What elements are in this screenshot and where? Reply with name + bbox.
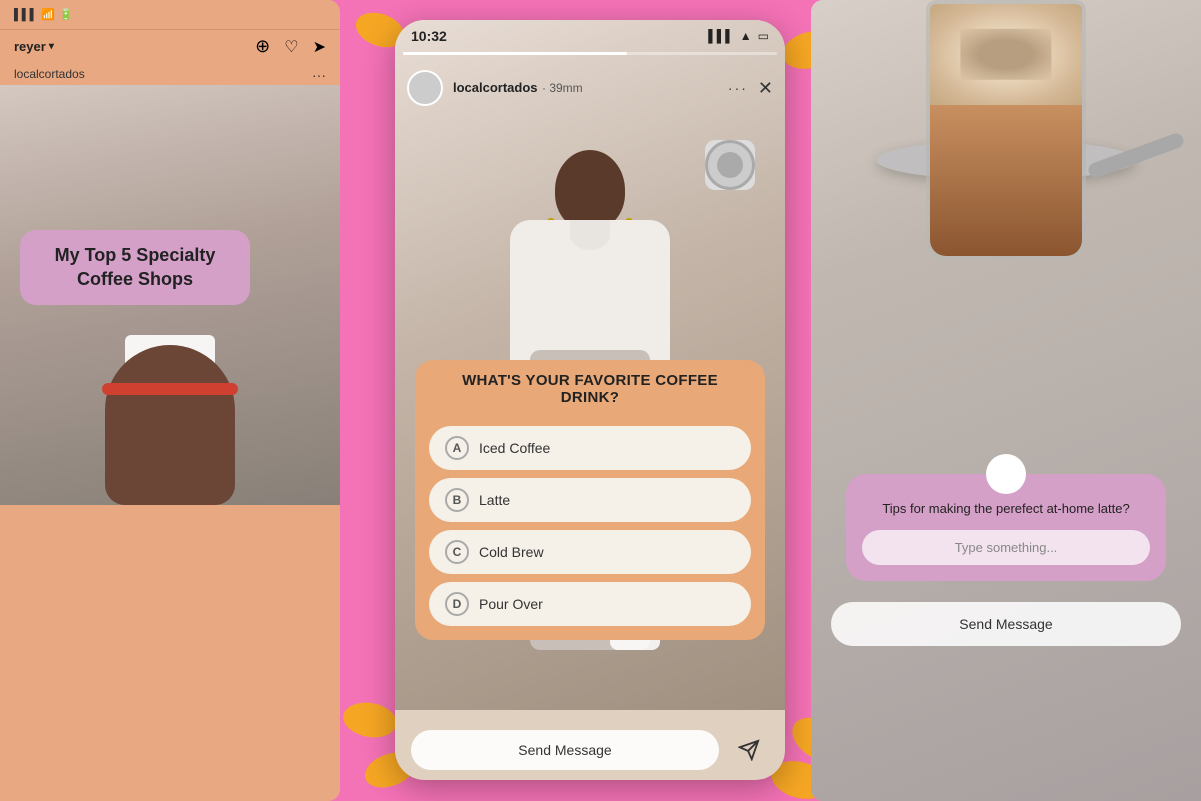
- story-avatar: [407, 70, 443, 106]
- story-username: localcortados: [453, 80, 538, 95]
- latte-glass: [926, 0, 1086, 260]
- close-story-icon[interactable]: ✕: [758, 78, 773, 99]
- story-controls[interactable]: ··· ✕: [728, 78, 773, 99]
- quiz-option-d[interactable]: D Pour Over: [429, 582, 751, 626]
- wifi-status-icon: ▲: [740, 29, 752, 43]
- story-time-ago-value: 39m: [549, 81, 572, 95]
- quiz-option-a[interactable]: A Iced Coffee: [429, 426, 751, 470]
- more-dots-icon[interactable]: ···: [728, 80, 748, 96]
- quiz-option-b[interactable]: B Latte: [429, 478, 751, 522]
- heart-icon[interactable]: ♡: [284, 37, 298, 57]
- send-message-button[interactable]: Send Message: [411, 730, 719, 770]
- latte-foam: [930, 4, 1082, 105]
- right-panel: Tips for making the perefect at-home lat…: [811, 0, 1201, 801]
- option-a-text: Iced Coffee: [479, 440, 550, 456]
- left-panel: ▌▌▌ 📶 🔋 reyer ▾ ⊕ ♡ ➤ localcortados ···: [0, 0, 340, 801]
- more-options-icon[interactable]: ···: [312, 67, 326, 83]
- left-tag: My Top 5 Specialty Coffee Shops: [20, 230, 250, 305]
- chevron-down-icon: ▾: [49, 41, 54, 52]
- qa-placeholder: Type something...: [955, 540, 1058, 555]
- add-icon[interactable]: ⊕: [255, 36, 270, 57]
- left-status-bar: ▌▌▌ 📶 🔋: [0, 0, 340, 30]
- quiz-options-list: A Iced Coffee B Latte C Cold Brew D Pour…: [415, 418, 765, 640]
- battery-icon: 🔋: [59, 8, 73, 21]
- option-a-letter: A: [445, 436, 469, 460]
- story-time-ago: · 39mm: [542, 81, 583, 95]
- left-nav-icons: ⊕ ♡ ➤: [255, 36, 326, 57]
- wifi-icon: 📶: [41, 8, 55, 21]
- bracelet: [102, 383, 238, 395]
- left-tag-text: My Top 5 Specialty Coffee Shops: [38, 244, 232, 291]
- right-photo-area: Tips for making the perefect at-home lat…: [811, 0, 1201, 801]
- qa-question-text: Tips for making the perefect at-home lat…: [862, 500, 1150, 518]
- username-text: reyer: [14, 39, 46, 54]
- option-d-text: Pour Over: [479, 596, 543, 612]
- option-b-text: Latte: [479, 492, 510, 508]
- cocoa-dusting: [960, 29, 1051, 79]
- left-status-icons: ▌▌▌ 📶 🔋: [14, 8, 73, 21]
- right-send-message-button[interactable]: Send Message: [831, 602, 1181, 646]
- person-head: [555, 150, 625, 230]
- left-photo-area: My Top 5 Specialty Coffee Shops: [0, 85, 340, 505]
- right-send-bar: Send Message: [831, 602, 1181, 646]
- option-c-text: Cold Brew: [479, 544, 544, 560]
- quiz-overlay: WHAT'S YOUR FAVORITE COFFEE DRINK? A Ice…: [415, 360, 765, 640]
- story-header: localcortados · 39mm ··· ✕: [395, 62, 785, 114]
- option-b-letter: B: [445, 488, 469, 512]
- story-progress-fill: [403, 52, 627, 55]
- signal-icon: ▌▌▌: [14, 9, 37, 21]
- left-username[interactable]: reyer ▾: [14, 39, 54, 54]
- quiz-question-box: WHAT'S YOUR FAVORITE COFFEE DRINK?: [415, 360, 765, 418]
- latte-liquid: [930, 105, 1082, 256]
- story-progress-bar: [403, 52, 777, 55]
- signal-bars-icon: ▌▌▌: [708, 29, 734, 43]
- battery-status-icon: ▭: [758, 29, 769, 43]
- qa-avatar: [986, 454, 1026, 494]
- right-qa-widget: Tips for making the perefect at-home lat…: [846, 474, 1166, 581]
- wall-speaker: [705, 140, 755, 190]
- story-user-details: localcortados · 39mm: [453, 79, 583, 97]
- story-status-icons: ▌▌▌ ▲ ▭: [708, 29, 769, 43]
- send-nav-icon[interactable]: ➤: [313, 37, 326, 57]
- quiz-question-text: WHAT'S YOUR FAVORITE COFFEE DRINK?: [431, 372, 749, 406]
- hand: [105, 345, 235, 505]
- left-nav-bar: reyer ▾ ⊕ ♡ ➤: [0, 30, 340, 63]
- left-handle-bar: localcortados ···: [0, 63, 340, 85]
- qa-input-field[interactable]: Type something...: [862, 530, 1150, 565]
- story-user-info: localcortados · 39mm: [407, 70, 583, 106]
- collar: [570, 220, 610, 250]
- story-time: 10:32: [411, 28, 447, 44]
- quiz-option-c[interactable]: C Cold Brew: [429, 530, 751, 574]
- option-c-letter: C: [445, 540, 469, 564]
- left-handle-text: localcortados: [14, 67, 85, 81]
- story-status-bar: 10:32 ▌▌▌ ▲ ▭: [395, 20, 785, 48]
- center-story-panel: 10:32 ▌▌▌ ▲ ▭ localcortados · 39mm ··· ✕: [395, 20, 785, 780]
- story-send-bar: Send Message: [411, 730, 769, 770]
- option-d-letter: D: [445, 592, 469, 616]
- send-arrow-icon[interactable]: [729, 730, 769, 770]
